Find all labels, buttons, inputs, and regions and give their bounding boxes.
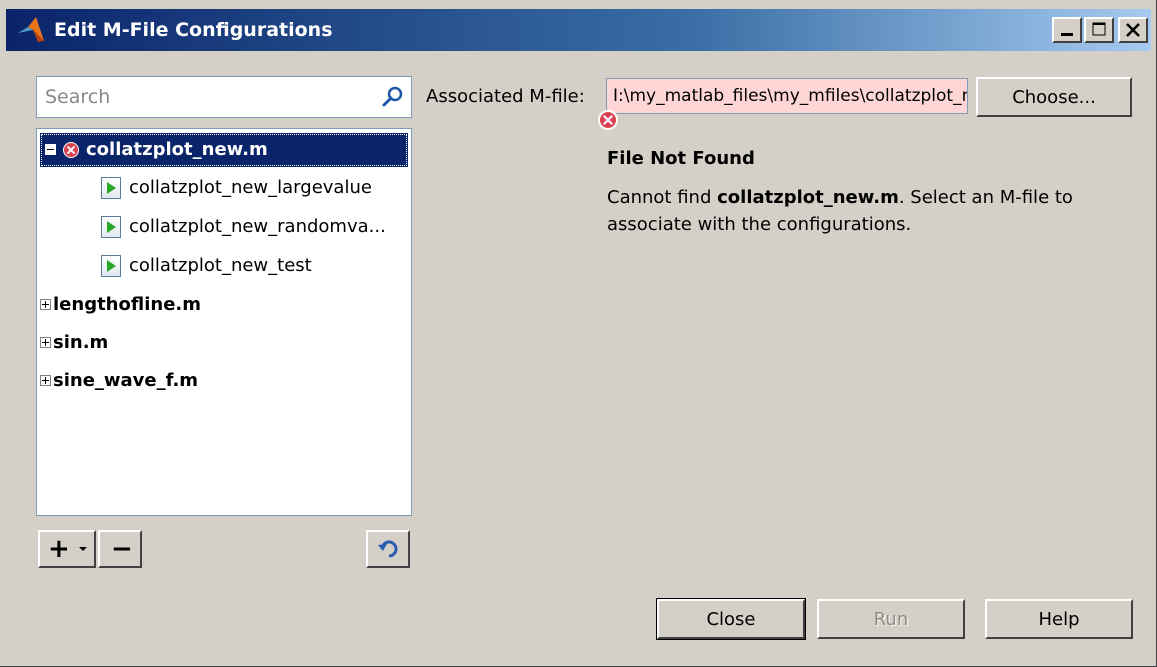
window-title: Edit M-File Configurations <box>54 19 333 41</box>
help-button[interactable]: Help <box>985 599 1133 639</box>
tree-child-label: collatzplot_new_test <box>129 255 312 276</box>
dropdown-arrow-icon <box>79 547 87 551</box>
title-bar[interactable]: Edit M-File Configurations <box>6 9 1151 51</box>
expand-icon[interactable] <box>40 299 51 310</box>
tree-node-label: sine_wave_f.m <box>53 370 199 391</box>
associated-mfile-label: Associated M-file: <box>426 86 585 107</box>
associated-mfile-value: I:\my_matlab_files\my_mfiles\collatzplot… <box>613 86 967 106</box>
add-configuration-button[interactable]: + <box>38 530 96 568</box>
collapse-icon[interactable] <box>45 144 56 155</box>
configurations-tree[interactable]: collatzplot_new.m collatzplot_new_largev… <box>36 128 412 516</box>
maximize-button[interactable] <box>1084 17 1114 43</box>
search-icon[interactable] <box>381 85 405 109</box>
minimize-icon <box>1061 33 1073 36</box>
remove-configuration-button[interactable]: − <box>98 530 142 568</box>
revert-button[interactable] <box>366 530 410 568</box>
minimize-button[interactable] <box>1052 17 1082 43</box>
maximize-icon <box>1092 22 1106 36</box>
expand-icon[interactable] <box>40 337 51 348</box>
run-button[interactable]: Run <box>817 599 965 639</box>
error-message-body: Cannot find collatzplot_new.m. Select an… <box>607 184 1137 238</box>
tree-child-label: collatzplot_new_randomva... <box>129 216 386 237</box>
field-error-icon <box>598 110 618 130</box>
undo-icon <box>378 540 398 558</box>
close-window-button[interactable] <box>1118 17 1148 43</box>
close-button[interactable]: Close <box>656 598 806 640</box>
run-config-icon <box>101 255 121 277</box>
associated-mfile-field[interactable]: I:\my_matlab_files\my_mfiles\collatzplot… <box>606 78 968 114</box>
error-message-title: File Not Found <box>607 148 755 169</box>
tree-node-label: sin.m <box>53 332 109 353</box>
search-input[interactable]: Search <box>36 76 412 118</box>
run-config-icon <box>101 216 121 238</box>
tree-node-label: lengthofline.m <box>53 294 201 315</box>
close-icon <box>1126 23 1140 37</box>
message-filename: collatzplot_new.m <box>717 187 899 208</box>
add-label: + <box>48 534 70 564</box>
tree-node-collatzplot-new[interactable]: collatzplot_new.m <box>40 133 408 167</box>
tree-node-label: collatzplot_new.m <box>86 139 268 160</box>
edit-mfile-configurations-dialog: Edit M-File Configurations Search collat… <box>0 0 1157 667</box>
matlab-logo-icon <box>18 17 44 42</box>
remove-label: − <box>111 534 133 564</box>
tree-child-label: collatzplot_new_largevalue <box>129 177 372 198</box>
run-config-icon <box>101 177 121 199</box>
expand-icon[interactable] <box>40 375 51 386</box>
choose-button[interactable]: Choose... <box>976 77 1132 117</box>
error-icon <box>63 142 79 158</box>
search-placeholder: Search <box>45 86 111 108</box>
message-prefix: Cannot find <box>607 187 718 208</box>
